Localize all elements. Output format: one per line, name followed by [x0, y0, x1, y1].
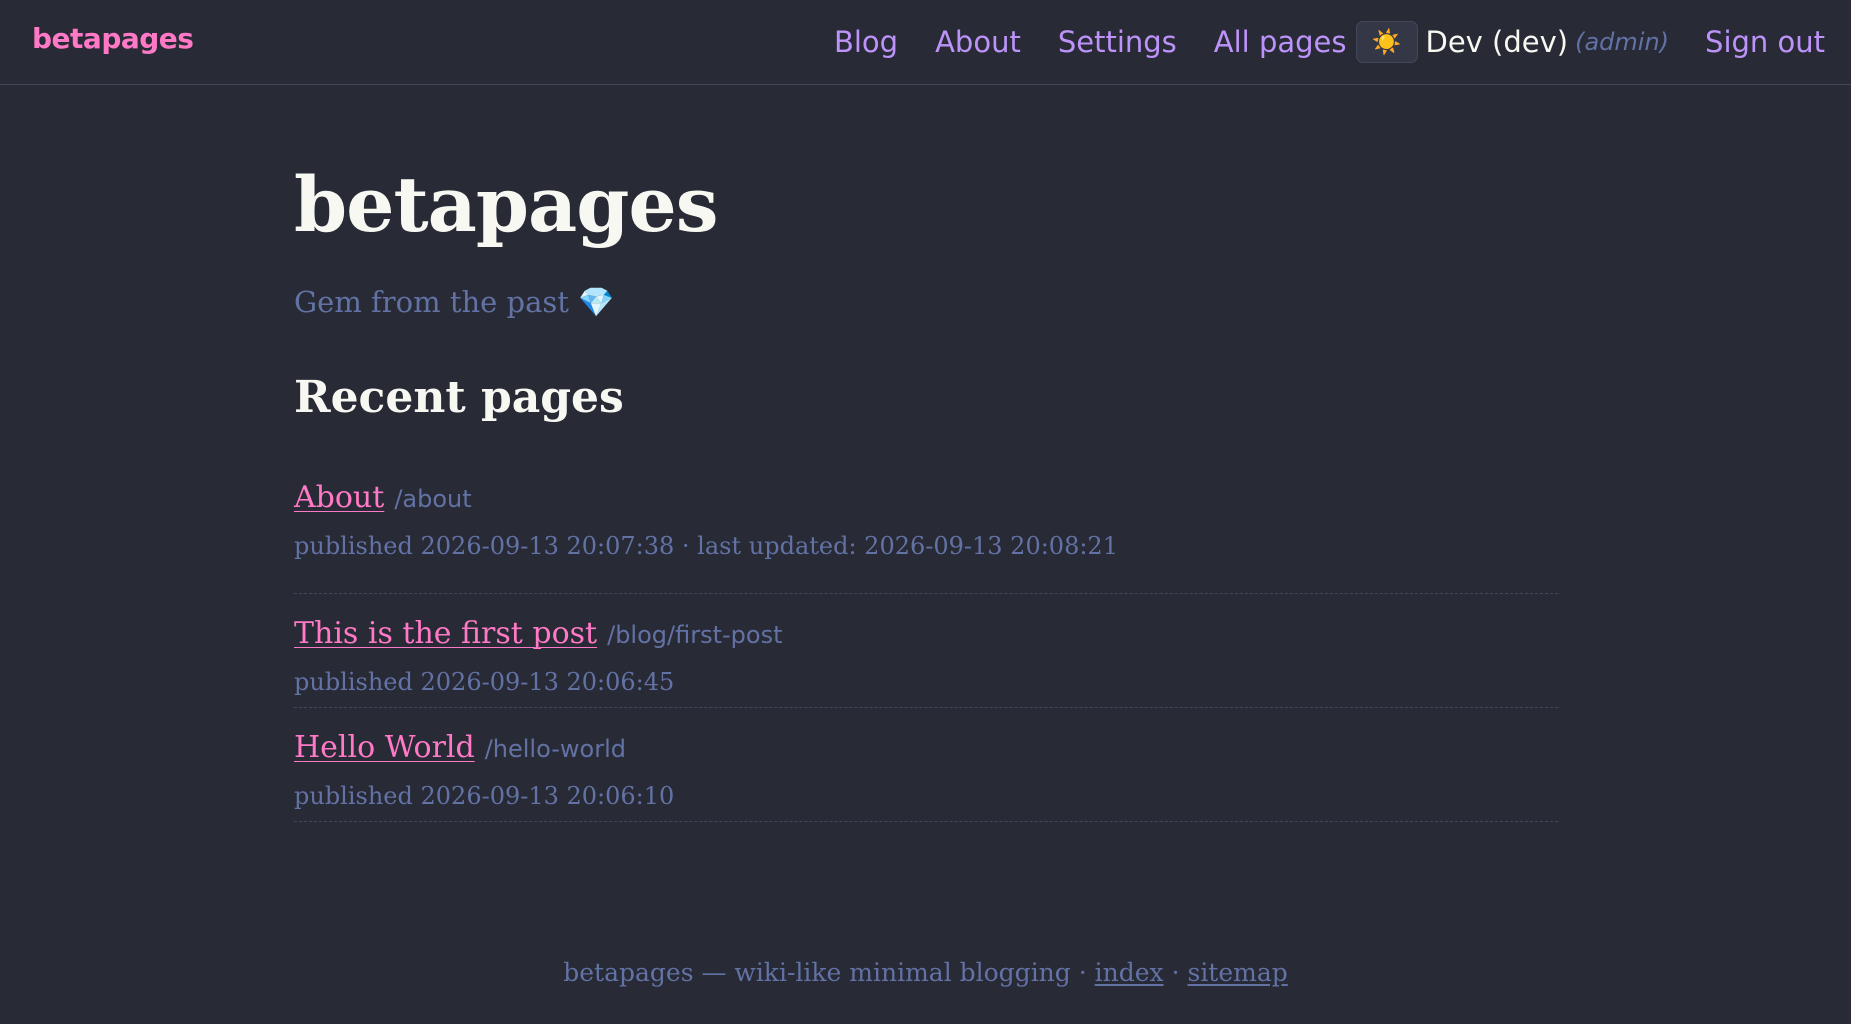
user-name: Dev (dev): [1425, 25, 1569, 59]
page-meta: published 2026-09-13 20:06:10: [294, 782, 675, 810]
footer-text: betapages — wiki-like minimal blogging ·: [563, 958, 1095, 987]
main-content: betapages Gem from the past 💎 Recent pag…: [294, 160, 1558, 838]
sun-icon: ☀️: [1371, 28, 1402, 56]
page-link-first-post[interactable]: This is the first post: [294, 616, 597, 651]
main-nav: Blog About Settings All pages ☀️ Dev (de…: [834, 0, 1825, 84]
site-footer: betapages — wiki-like minimal blogging ·…: [0, 958, 1851, 987]
site-tagline: Gem from the past 💎: [294, 285, 615, 319]
page-meta: published 2026-09-13 20:06:45: [294, 668, 675, 696]
list-item: About /about published 2026-09-13 20:07:…: [294, 480, 1558, 594]
page-path: /hello-world: [484, 735, 626, 763]
nav-link-about[interactable]: About: [935, 25, 1021, 59]
nav-link-all-pages[interactable]: All pages: [1214, 25, 1347, 59]
list-item: This is the first post /blog/first-post …: [294, 594, 1558, 708]
list-item: Hello World /hello-world published 2026-…: [294, 708, 1558, 822]
nav-link-settings[interactable]: Settings: [1058, 25, 1177, 59]
page-meta: published 2026-09-13 20:07:38 · last upd…: [294, 532, 1118, 560]
footer-sitemap-link[interactable]: sitemap: [1187, 958, 1287, 987]
page-link-about[interactable]: About: [294, 480, 384, 515]
page-link-hello-world[interactable]: Hello World: [294, 730, 475, 765]
theme-toggle-button[interactable]: ☀️: [1355, 21, 1418, 63]
footer-index-link[interactable]: index: [1095, 958, 1164, 987]
sign-out-link[interactable]: Sign out: [1705, 25, 1825, 59]
brand-link[interactable]: betapages: [32, 22, 194, 55]
user-role: (admin): [1575, 28, 1670, 56]
page-path: /blog/first-post: [607, 621, 783, 649]
recent-pages-heading: Recent pages: [294, 372, 624, 423]
footer-separator: ·: [1163, 958, 1188, 987]
page-title: betapages: [294, 160, 719, 249]
recent-pages-list: About /about published 2026-09-13 20:07:…: [294, 480, 1558, 822]
top-bar: betapages Blog About Settings All pages …: [0, 0, 1851, 85]
page-path: /about: [394, 485, 472, 513]
nav-link-blog[interactable]: Blog: [834, 25, 898, 59]
